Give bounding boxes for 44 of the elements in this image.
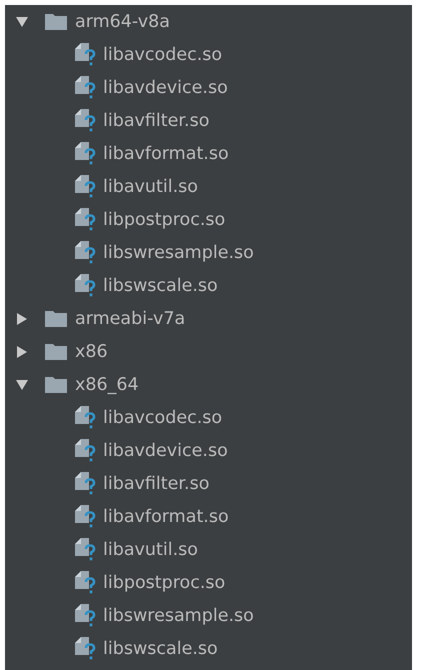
unknown-file-icon — [75, 208, 97, 232]
unknown-file-icon — [75, 240, 97, 264]
unknown-file-icon — [75, 274, 97, 298]
expand-arrow-icon[interactable] — [15, 344, 29, 358]
file-name[interactable]: libavdevice.so — [103, 440, 228, 460]
unknown-file-icon — [75, 604, 97, 628]
unknown-file-icon — [75, 636, 97, 660]
folder-icon — [45, 310, 67, 326]
file-name[interactable]: libswresample.so — [103, 606, 254, 626]
file-name[interactable]: libswresample.so — [103, 242, 254, 262]
file-name[interactable]: libswscale.so — [103, 638, 218, 658]
file-name[interactable]: libavfilter.so — [103, 110, 210, 130]
unknown-file-icon — [75, 174, 97, 198]
folder-name[interactable]: x86_64 — [75, 374, 139, 394]
unknown-file-icon — [75, 538, 97, 562]
file-name[interactable]: libavformat.so — [103, 144, 229, 164]
folder-icon — [45, 14, 67, 30]
unknown-file-icon — [75, 570, 97, 594]
folder-name[interactable]: armeabi-v7a — [75, 308, 186, 328]
unknown-file-icon — [75, 76, 97, 100]
file-name[interactable]: libavformat.so — [103, 506, 229, 526]
folder-name[interactable]: x86 — [75, 342, 108, 362]
file-name[interactable]: libavcodec.so — [103, 408, 222, 428]
file-name[interactable]: libpostproc.so — [103, 210, 226, 230]
file-name[interactable]: libpostproc.so — [103, 572, 226, 592]
folder-name[interactable]: arm64-v8a — [75, 12, 170, 32]
file-name[interactable]: libswscale.so — [103, 276, 218, 296]
collapse-arrow-icon[interactable] — [15, 378, 29, 392]
unknown-file-icon — [75, 42, 97, 66]
collapse-arrow-icon[interactable] — [15, 14, 29, 28]
folder-icon — [45, 344, 67, 360]
file-name[interactable]: libavutil.so — [103, 176, 198, 196]
file-name[interactable]: libavutil.so — [103, 540, 198, 560]
unknown-file-icon — [75, 108, 97, 132]
expand-arrow-icon[interactable] — [15, 312, 29, 326]
unknown-file-icon — [75, 504, 97, 528]
file-name[interactable]: libavcodec.so — [103, 44, 222, 64]
file-name[interactable]: libavfilter.so — [103, 474, 210, 494]
file-name[interactable]: libavdevice.so — [103, 78, 228, 98]
unknown-file-icon — [75, 472, 97, 496]
unknown-file-icon — [75, 438, 97, 462]
unknown-file-icon — [75, 406, 97, 430]
unknown-file-icon — [75, 142, 97, 166]
folder-icon — [45, 376, 67, 392]
